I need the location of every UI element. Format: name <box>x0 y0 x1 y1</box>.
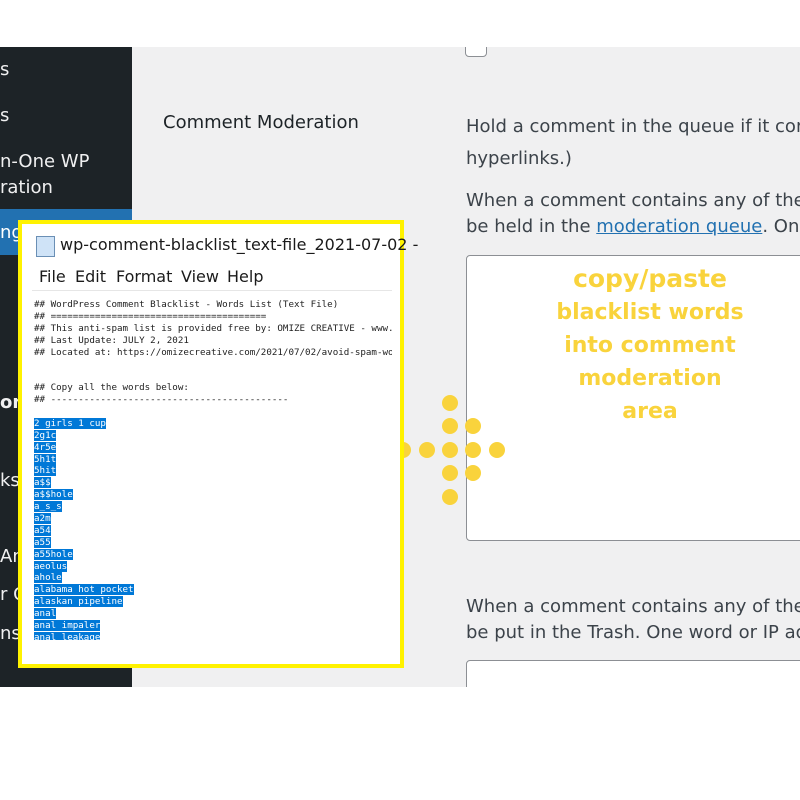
arrow-dot <box>442 489 458 505</box>
selected-word: anal leakage <box>34 631 101 640</box>
selected-word: ahole <box>34 572 62 584</box>
copy-paste-callout: copy/paste blacklist words into comment … <box>540 262 760 428</box>
menu-file[interactable]: File <box>39 267 66 286</box>
selected-word: a54 <box>34 524 51 536</box>
notepad-line: ## Located at: https://omizecreative.com… <box>34 346 392 358</box>
comment-moderation-label: Comment Moderation <box>163 112 359 133</box>
menu-edit[interactable]: Edit <box>75 267 106 286</box>
sidebar-item[interactable]: ks <box>0 470 20 491</box>
selected-word-line: a55hole <box>34 548 392 561</box>
selected-word-line: anal <box>34 608 392 620</box>
notepad-line <box>34 406 392 418</box>
selected-word-line: anal impaler <box>34 620 392 632</box>
arrow-dot <box>489 442 505 458</box>
selected-word-line: ahole <box>34 572 392 584</box>
setting-checkbox[interactable] <box>465 47 487 57</box>
callout-line-2: blacklist words <box>556 300 744 325</box>
selected-word-line: anal leakage <box>34 631 392 640</box>
trash-desc-line1: When a comment contains any of these <box>466 596 800 617</box>
notepad-text-area[interactable]: ## WordPress Comment Blacklist - Words L… <box>34 299 392 640</box>
selected-word: 2g1c <box>34 429 57 441</box>
hold-links-text: Hold a comment in the queue if it conta <box>466 116 800 137</box>
arrow-dot <box>442 395 458 411</box>
arrow-dot <box>465 418 481 434</box>
selected-word-line: a$$hole <box>34 489 392 501</box>
menu-view[interactable]: View <box>181 267 219 286</box>
moderation-desc-line1: When a comment contains any of these <box>466 190 800 211</box>
selected-word-line: a$$ <box>34 477 392 489</box>
selected-word: anal <box>34 608 57 620</box>
selected-word: a2m <box>34 513 51 525</box>
notepad-line: ## Last Update: JULY 2, 2021 <box>34 334 189 346</box>
selected-word-line: alaskan pipeline <box>34 596 392 608</box>
arrow-dot <box>442 442 458 458</box>
disallowed-keys-textarea[interactable] <box>466 660 800 687</box>
callout-line-5: area <box>622 399 678 424</box>
notepad-line: ## This anti-spam list is provided free … <box>34 322 392 334</box>
selected-word-line: a54 <box>34 524 392 537</box>
notepad-line <box>34 370 392 382</box>
sidebar-item-all-in-one[interactable]: n-One WP <box>0 151 89 172</box>
notepad-line: ## -------------------------------------… <box>34 394 289 406</box>
sidebar-item-all-in-one-line2[interactable]: ration <box>0 177 53 198</box>
hold-links-text-cont: hyperlinks.) <box>466 148 572 169</box>
notepad-line: ## Copy all the words below: <box>34 382 189 394</box>
moderation-desc-post: . One w <box>762 216 800 237</box>
callout-line-1: copy/paste <box>573 264 727 293</box>
arrow-dot <box>419 442 435 458</box>
notepad-icon <box>36 236 55 257</box>
notepad-line: ## WordPress Comment Blacklist - Words L… <box>34 299 339 310</box>
menu-help[interactable]: Help <box>227 267 263 286</box>
notepad-line: ## =====================================… <box>34 310 267 322</box>
selected-word-line: a_s_s <box>34 501 392 513</box>
selected-word: 5hit <box>34 465 57 477</box>
notepad-title: wp-comment-blacklist_text-file_2021-07-0… <box>60 235 419 254</box>
moderation-desc-pre: be held in the <box>466 216 597 237</box>
selected-word: alaskan pipeline <box>34 596 123 608</box>
arrow-dot <box>442 418 458 434</box>
selected-word-line: 4r5e <box>34 441 392 454</box>
selected-word: 4r5e <box>34 441 57 453</box>
notepad-menubar: File Edit Format View Help <box>34 265 394 291</box>
selected-word: a_s_s <box>34 501 62 513</box>
selected-word-line: aeolus <box>34 560 392 573</box>
selected-word: a$$ <box>34 477 51 489</box>
selected-word-line: 2 girls 1 cup <box>34 417 392 430</box>
callout-line-3: into comment <box>564 333 736 358</box>
selected-word-line: 5hit <box>34 465 392 477</box>
arrow-dot <box>442 465 458 481</box>
trash-desc-line2: be put in the Trash. One word or IP add <box>466 622 800 643</box>
selected-word: 5h1t <box>34 453 57 465</box>
arrow-dot <box>465 465 481 481</box>
notepad-line <box>34 358 392 370</box>
menu-format[interactable]: Format <box>116 267 172 286</box>
selected-word-line: 2g1c <box>34 429 392 442</box>
sidebar-item[interactable]: s <box>0 105 9 126</box>
selected-word: 2 girls 1 cup <box>34 417 106 429</box>
selected-word: alabama hot pocket <box>34 584 134 596</box>
selected-word-line: alabama hot pocket <box>34 584 392 596</box>
selected-word: aeolus <box>34 560 68 572</box>
selected-word: a55hole <box>34 548 73 560</box>
selected-word: a$$hole <box>34 489 73 501</box>
arrow-dot <box>465 442 481 458</box>
moderation-desc-line2: be held in the moderation queue. One w <box>466 216 800 237</box>
selected-word-line: a2m <box>34 513 392 525</box>
sidebar-item[interactable]: s <box>0 59 9 80</box>
menu-separator <box>32 290 392 291</box>
moderation-queue-link[interactable]: moderation queue <box>596 216 762 237</box>
selected-word-line: 5h1t <box>34 453 392 466</box>
callout-line-4: moderation <box>578 366 722 391</box>
selected-word: anal impaler <box>34 620 101 632</box>
selected-word: a55 <box>34 536 51 548</box>
selected-word-line: a55 <box>34 536 392 549</box>
